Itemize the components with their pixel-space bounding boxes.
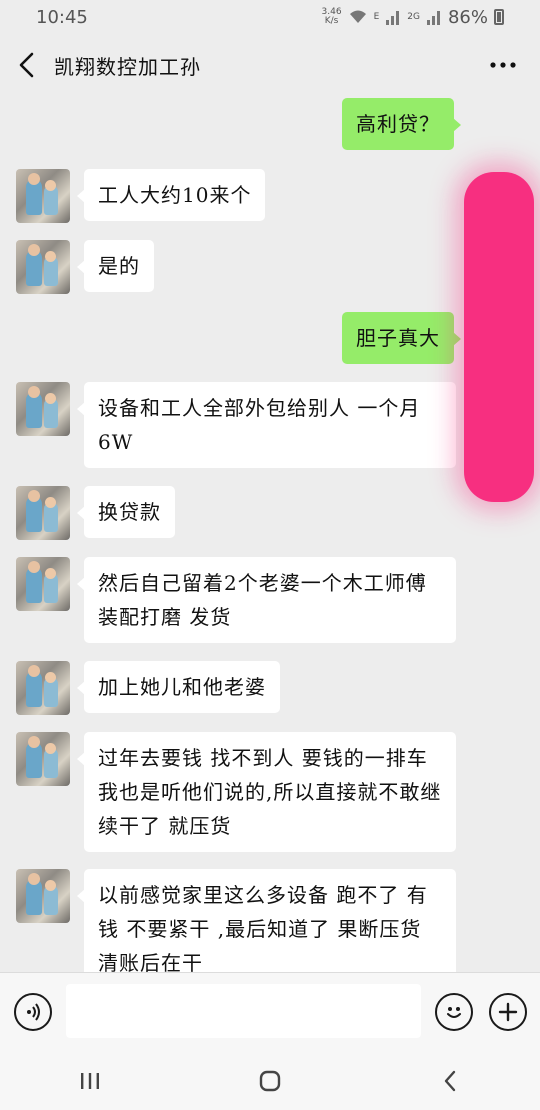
message-bubble-outgoing[interactable]: 高利贷？ xyxy=(342,98,461,150)
message-bubble-incoming[interactable]: 加上她儿和他老婆 xyxy=(77,661,280,713)
network-speed: 3.46 K/s xyxy=(321,7,342,26)
avatar[interactable] xyxy=(16,382,70,436)
chat-message-list[interactable]: 高利贷？ 工人大约10来个 是的 胆子真大 设备和工人全部外包给别人 一个月 6… xyxy=(0,96,540,972)
input-bar xyxy=(0,972,540,1052)
more-dots-icon xyxy=(490,62,516,68)
message-row-incoming: 工人大约10来个 xyxy=(16,169,266,223)
avatar[interactable] xyxy=(16,869,70,923)
message-row-outgoing: 胆子真大 xyxy=(342,312,461,364)
status-time: 10:45 xyxy=(36,6,88,28)
message-row-incoming: 是的 xyxy=(16,240,154,294)
message-input[interactable] xyxy=(66,984,421,1038)
voice-icon xyxy=(27,1003,40,1021)
wifi-icon xyxy=(349,10,366,23)
message-bubble-incoming[interactable]: 设备和工人全部外包给别人 一个月 6W xyxy=(77,382,456,468)
more-button[interactable] xyxy=(488,52,518,78)
message-bubble-incoming[interactable]: 工人大约10来个 xyxy=(76,169,266,221)
message-bubble-incoming[interactable]: 然后自己留着2个老婆一个木工师傅 装配打磨 发货 xyxy=(77,557,456,643)
system-back-button[interactable] xyxy=(420,1061,480,1101)
chevron-left-icon xyxy=(19,52,34,78)
avatar[interactable] xyxy=(16,732,70,786)
redaction-mark xyxy=(464,172,534,502)
plus-button[interactable] xyxy=(489,993,527,1031)
plus-icon xyxy=(498,1002,518,1022)
voice-button[interactable] xyxy=(14,993,52,1031)
message-bubble-incoming[interactable]: 过年去要钱 找不到人 要钱的一排车 我也是听他们说的,所以直接就不敢继 续干了 … xyxy=(77,732,456,852)
status-bar: 10:45 3.46 K/s E 2G 86% xyxy=(0,0,540,34)
signal-icon xyxy=(386,11,400,25)
signal-2g-icon xyxy=(426,11,440,25)
recent-apps-button[interactable] xyxy=(60,1061,120,1101)
message-row-incoming: 加上她儿和他老婆 xyxy=(16,661,280,715)
avatar[interactable] xyxy=(16,240,70,294)
back-icon xyxy=(444,1070,456,1092)
message-bubble-incoming[interactable]: 以前感觉家里这么多设备 跑不了 有 钱 不要紧干 ,最后知道了 果断压货 清账后… xyxy=(77,869,456,972)
message-bubble-incoming[interactable]: 是的 xyxy=(77,240,154,292)
message-row-incoming: 过年去要钱 找不到人 要钱的一排车 我也是听他们说的,所以直接就不敢继 续干了 … xyxy=(16,732,456,852)
battery-percent: 86% xyxy=(447,6,488,28)
network-label: 2G xyxy=(407,12,420,22)
message-row-incoming: 换贷款 xyxy=(16,486,175,540)
chat-header: 凯翔数控加工孙 xyxy=(0,34,540,96)
avatar[interactable] xyxy=(16,486,70,540)
avatar[interactable] xyxy=(16,661,70,715)
message-bubble-incoming[interactable]: 换贷款 xyxy=(77,486,175,538)
battery-icon xyxy=(494,9,504,25)
chat-title: 凯翔数控加工孙 xyxy=(54,54,201,79)
avatar[interactable] xyxy=(16,557,70,611)
status-icons: 3.46 K/s E 2G 86% xyxy=(322,7,504,28)
message-row-incoming: 以前感觉家里这么多设备 跑不了 有 钱 不要紧干 ,最后知道了 果断压货 清账后… xyxy=(16,869,456,972)
message-row-incoming: 然后自己留着2个老婆一个木工师傅 装配打磨 发货 xyxy=(16,557,456,643)
home-button[interactable] xyxy=(240,1061,300,1101)
message-row-outgoing: 高利贷？ xyxy=(342,98,461,150)
signal-label: E xyxy=(373,12,380,22)
emoji-button[interactable] xyxy=(435,993,473,1031)
recent-apps-icon xyxy=(81,1073,99,1089)
home-icon xyxy=(259,1070,281,1092)
back-button[interactable] xyxy=(0,34,54,96)
avatar[interactable] xyxy=(16,169,70,223)
message-bubble-outgoing[interactable]: 胆子真大 xyxy=(342,312,461,364)
message-row-incoming: 设备和工人全部外包给别人 一个月 6W xyxy=(16,382,456,468)
emoji-icon xyxy=(447,1007,461,1018)
system-nav-bar xyxy=(0,1052,540,1110)
